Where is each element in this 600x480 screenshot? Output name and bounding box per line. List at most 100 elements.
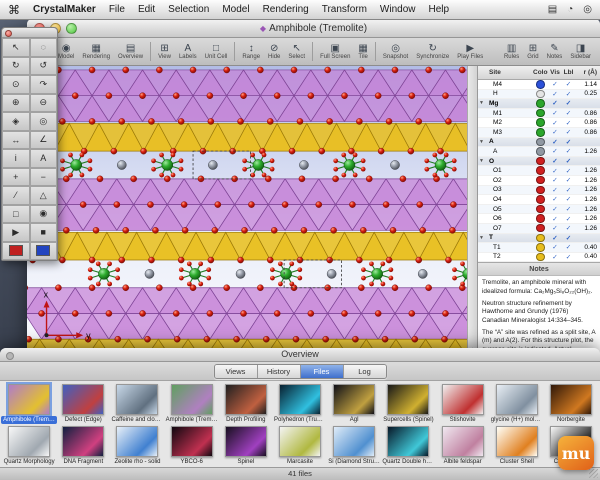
vis-checkbox[interactable]: ✓	[548, 128, 562, 136]
info-tool[interactable]: i	[2, 149, 30, 168]
tab-views[interactable]: Views	[215, 365, 258, 378]
menu-rendering[interactable]: Rendering	[263, 4, 309, 15]
range-button[interactable]: ↕Range	[238, 38, 264, 65]
palette-close-button[interactable]	[5, 30, 12, 37]
site-row-a[interactable]: A✓✓1.26	[478, 147, 600, 157]
unit-cell-tool[interactable]: □	[2, 205, 30, 224]
site-colour-cell[interactable]	[533, 176, 548, 185]
tab-history[interactable]: History	[258, 365, 301, 378]
col-vis[interactable]: Vis	[548, 69, 562, 76]
file-thumb-cluster-shell[interactable]: Cluster Shell	[490, 424, 544, 466]
site-row-t2[interactable]: T2✓✓0.40	[478, 253, 600, 263]
vis-checkbox[interactable]: ✓	[548, 234, 562, 242]
distance-tool[interactable]: ↔	[2, 131, 30, 150]
vis-checkbox[interactable]: ✓	[548, 99, 562, 107]
site-row-mg-group[interactable]: ▼Mg✓✓	[478, 99, 600, 109]
file-thumb-amphibole-tremolite[interactable]: Amphibole (Tremolite)	[165, 382, 219, 424]
vis-checkbox[interactable]: ✓	[548, 215, 562, 223]
site-row-a-group[interactable]: ▼A✓✓	[478, 138, 600, 148]
lbl-checkbox[interactable]: ✓	[562, 205, 575, 213]
zoom-button[interactable]	[66, 23, 77, 34]
select-arrow-tool[interactable]: ↖	[2, 38, 30, 57]
site-row-h[interactable]: H✓✓0.25	[478, 90, 600, 100]
background-colour-swatch[interactable]	[30, 242, 58, 261]
menu-transform[interactable]: Transform	[322, 4, 367, 15]
synchronize-button[interactable]: ↻Synchronize	[412, 38, 453, 65]
free-rotate-tool[interactable]: ↷	[30, 75, 58, 94]
vis-checkbox[interactable]: ✓	[548, 243, 562, 251]
palette-titlebar[interactable]	[2, 28, 57, 38]
lbl-checkbox[interactable]: ✓	[562, 157, 575, 165]
site-row-m4[interactable]: M4✓✓1.14	[478, 80, 600, 90]
rendering-button[interactable]: ▦Rendering	[78, 38, 114, 65]
rotate-z-tool[interactable]: ⊙	[2, 75, 30, 94]
lbl-checkbox[interactable]: ✓	[562, 80, 575, 88]
file-thumb-zeolite-rho-solid[interactable]: Zeolite rho - solid	[110, 424, 164, 466]
disclosure-icon[interactable]: ▼	[478, 139, 487, 145]
file-thumb-polyhedron-truncated[interactable]: Polyhedron (Truncated)	[273, 382, 327, 424]
angle-tool[interactable]: ∠	[30, 131, 58, 150]
spin-tool[interactable]: ◉	[30, 205, 58, 224]
lbl-checkbox[interactable]: ✓	[562, 186, 575, 194]
file-thumb-glycine-h-molecule[interactable]: glycine (H+) molecule	[490, 382, 544, 424]
vis-checkbox[interactable]: ✓	[548, 157, 562, 165]
structure-canvas-svg[interactable]: yx	[27, 66, 467, 362]
disclosure-icon[interactable]: ▼	[478, 235, 487, 241]
lbl-checkbox[interactable]: ✓	[562, 138, 575, 146]
lbl-checkbox[interactable]: ✓	[562, 176, 575, 184]
window-titlebar[interactable]: ◆Amphibole (Tremolite)	[27, 19, 600, 38]
site-colour-cell[interactable]	[533, 166, 548, 175]
site-colour-cell[interactable]	[533, 195, 548, 204]
file-thumb-ybco-6[interactable]: YBCO-6	[165, 424, 219, 466]
file-thumb-quartz-morphology[interactable]: Quartz Morphology	[2, 424, 56, 466]
lasso-select-tool[interactable]: ◌	[30, 38, 58, 57]
vis-checkbox[interactable]: ✓	[548, 119, 562, 127]
vis-checkbox[interactable]: ✓	[548, 138, 562, 146]
pan-tool[interactable]: ◈	[2, 112, 30, 131]
disclosure-icon[interactable]: ▼	[478, 158, 487, 164]
file-thumb-quartz-double-helix[interactable]: Quartz Double helix	[381, 424, 435, 466]
site-colour-cell[interactable]	[533, 243, 548, 252]
file-thumb-stishovite[interactable]: Stishovite	[436, 382, 490, 424]
site-colour-cell[interactable]	[533, 157, 548, 166]
lbl-checkbox[interactable]: ✓	[562, 243, 575, 251]
menu-window[interactable]: Window	[380, 4, 416, 15]
add-atom-tool[interactable]: +	[2, 168, 30, 187]
vis-checkbox[interactable]: ✓	[548, 224, 562, 232]
file-thumb-amphibole-tremolite[interactable]: Amphibole (Tremolite)	[2, 382, 56, 424]
zoom-out-tool[interactable]: ⊖	[30, 94, 58, 113]
snapshot-button[interactable]: ◎Snapshot	[379, 38, 412, 65]
site-colour-cell[interactable]	[533, 205, 548, 214]
site-colour-cell[interactable]	[533, 118, 548, 127]
site-row-o2[interactable]: O2✓✓1.26	[478, 176, 600, 186]
file-thumb-defect-edge[interactable]: Defect (Edge)	[56, 382, 110, 424]
site-colour-cell[interactable]	[533, 128, 548, 137]
site-row-o6[interactable]: O6✓✓1.26	[478, 214, 600, 224]
site-row-t-group[interactable]: ▼T✓✓	[478, 234, 600, 244]
file-thumb-si-diamond-structure[interactable]: Si (Diamond Structure)	[327, 424, 381, 466]
lbl-checkbox[interactable]: ✓	[562, 147, 575, 155]
view-button[interactable]: ⊞View	[154, 38, 175, 65]
site-row-m2[interactable]: M2✓✓0.86	[478, 118, 600, 128]
site-row-o4[interactable]: O4✓✓1.26	[478, 195, 600, 205]
file-thumb-supercells-spinel[interactable]: Supercells (Spinel)	[381, 382, 435, 424]
site-colour-cell[interactable]	[533, 147, 548, 156]
file-thumb-albite-feldspar[interactable]: Albite feldspar	[436, 424, 490, 466]
site-colour-cell[interactable]	[533, 186, 548, 195]
delete-atom-tool[interactable]: −	[30, 168, 58, 187]
site-row-t1[interactable]: T1✓✓0.40	[478, 243, 600, 253]
file-thumb-caffeine-and-clouds[interactable]: Caffeine and clouds	[110, 382, 164, 424]
file-thumb-norbergite[interactable]: Norbergite	[544, 382, 598, 424]
grid-button[interactable]: ⊞Grid	[523, 38, 542, 65]
vis-checkbox[interactable]: ✓	[548, 253, 562, 261]
label-tool[interactable]: A	[30, 149, 58, 168]
bond-tool[interactable]: ⁄	[2, 186, 30, 205]
notes-button[interactable]: ✎Notes	[543, 38, 567, 65]
vis-checkbox[interactable]: ✓	[548, 90, 562, 98]
lbl-checkbox[interactable]: ✓	[562, 109, 575, 117]
foreground-colour-swatch[interactable]	[2, 242, 30, 261]
overview-button[interactable]: ▤Overview	[114, 38, 147, 65]
tile-button[interactable]: ▦Tile	[354, 38, 371, 65]
play-files-button[interactable]: ▶Play Files	[453, 38, 487, 65]
site-colour-cell[interactable]	[533, 224, 548, 233]
